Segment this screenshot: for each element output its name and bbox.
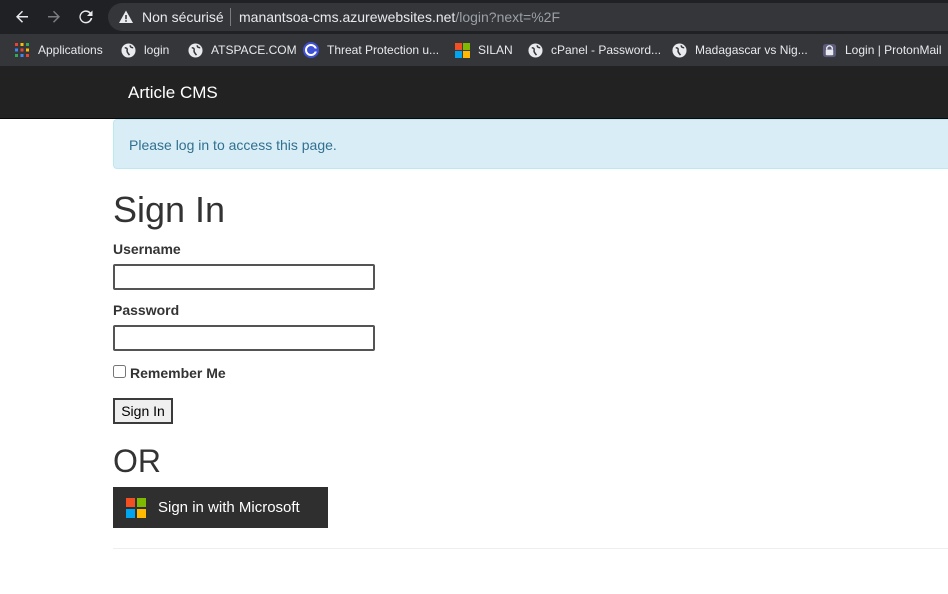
globe-icon xyxy=(120,42,136,58)
bookmark-protonmail[interactable]: Login | ProtonMail xyxy=(821,34,942,66)
brand-link[interactable]: Article CMS xyxy=(128,83,218,103)
bookmark-label: login xyxy=(144,43,170,57)
bookmark-cpanel[interactable]: cPanel - Password... xyxy=(527,34,661,66)
globe-icon xyxy=(527,42,543,58)
bookmark-label: Threat Protection u... xyxy=(327,43,440,57)
globe-icon xyxy=(187,42,203,58)
bookmark-label: ATSPACE.COM xyxy=(211,43,297,57)
sign-in-button[interactable]: Sign In xyxy=(113,398,173,424)
bookmark-login[interactable]: login xyxy=(120,34,169,66)
bookmark-threat-protection[interactable]: Threat Protection u... xyxy=(303,34,439,66)
username-label: Username xyxy=(113,241,181,257)
microsoft-button-label: Sign in with Microsoft xyxy=(158,499,300,516)
bookmark-madagascar[interactable]: Madagascar vs Nig... xyxy=(671,34,808,66)
reload-button[interactable] xyxy=(74,5,98,29)
globe-icon xyxy=(671,42,687,58)
microsoft-logo-icon xyxy=(126,498,146,518)
address-bar[interactable]: Non sécurisé manantsoa-cms.azurewebsites… xyxy=(108,3,948,31)
bookmark-atspace[interactable]: ATSPACE.COM xyxy=(187,34,297,66)
password-field[interactable] xyxy=(113,325,375,351)
page-title: Sign In xyxy=(113,189,226,230)
bookmark-silan[interactable]: SILAN xyxy=(454,34,513,66)
bookmark-applications[interactable]: Applications xyxy=(14,34,103,66)
windows-logo-icon xyxy=(454,42,470,58)
alert-message: Please log in to access this page. xyxy=(129,137,337,153)
arrow-right-icon xyxy=(48,10,60,23)
password-label: Password xyxy=(113,302,180,318)
url-host: manantsoa-cms.azurewebsites.net xyxy=(239,9,456,25)
bookmark-label: Applications xyxy=(38,43,103,57)
username-field[interactable] xyxy=(113,264,375,290)
threat-protection-icon xyxy=(303,42,319,58)
browser-toolbar: Non sécurisé manantsoa-cms.azurewebsites… xyxy=(0,0,948,34)
remember-me-label[interactable]: Remember Me xyxy=(130,365,226,381)
forward-button[interactable] xyxy=(42,5,66,29)
remember-me-checkbox[interactable] xyxy=(113,365,126,378)
bookmarks-bar: Applications login ATSPACE.COM Threat Pr… xyxy=(0,34,948,66)
info-alert: Please log in to access this page. xyxy=(113,119,948,169)
arrow-left-icon xyxy=(16,10,28,23)
apps-grid-icon xyxy=(14,42,30,58)
url-path: /login?next=%2F xyxy=(455,9,561,25)
or-separator: OR xyxy=(113,443,161,479)
bookmark-label: SILAN xyxy=(478,43,513,57)
url-text[interactable]: manantsoa-cms.azurewebsites.net/login?ne… xyxy=(239,9,560,25)
warning-triangle-icon[interactable] xyxy=(118,9,134,25)
back-button[interactable] xyxy=(10,5,34,29)
bookmark-label: cPanel - Password... xyxy=(551,43,662,57)
security-label[interactable]: Non sécurisé xyxy=(142,9,224,25)
footer-divider xyxy=(113,548,948,549)
reload-icon xyxy=(79,10,93,24)
sign-in-with-microsoft-button[interactable]: Sign in with Microsoft xyxy=(113,487,328,528)
bookmark-label: Madagascar vs Nig... xyxy=(695,43,808,57)
protonmail-icon xyxy=(821,42,837,58)
site-navbar: Article CMS xyxy=(0,66,948,119)
bookmark-label: Login | ProtonMail xyxy=(845,43,942,57)
address-separator xyxy=(230,8,231,26)
